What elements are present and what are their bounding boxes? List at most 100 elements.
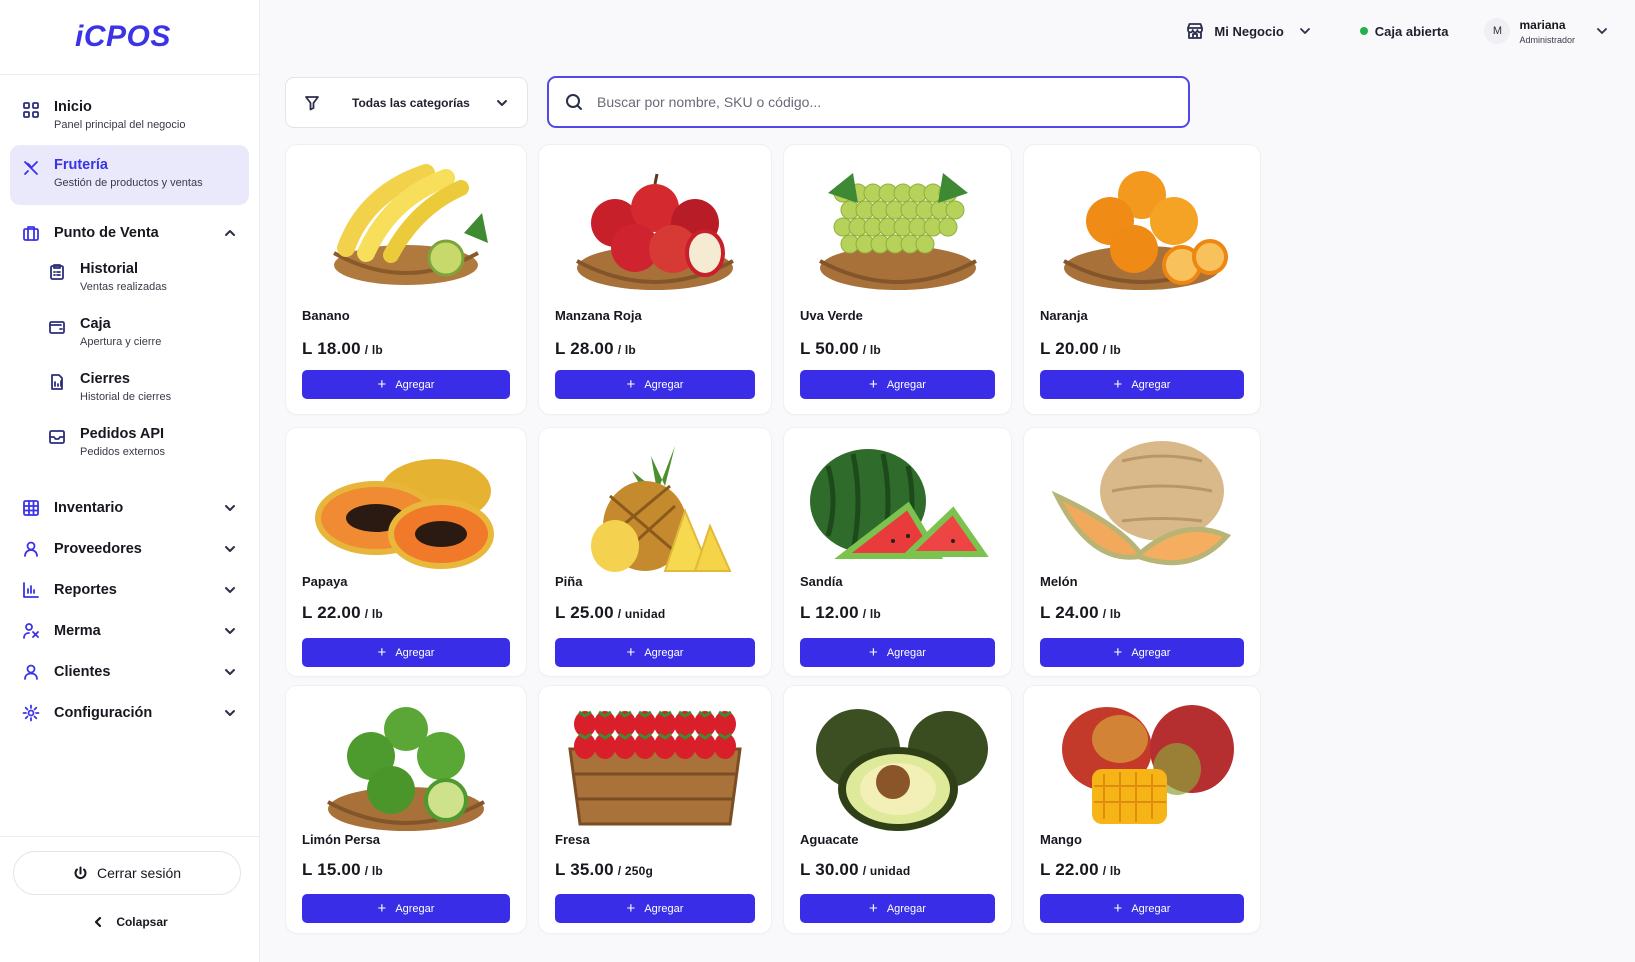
- sidebar-item-subtitle: Gestión de productos y ventas: [54, 177, 203, 189]
- product-price: L 24.00/ lb: [1040, 603, 1121, 623]
- sidebar-group-title: Punto de Venta: [54, 225, 159, 241]
- add-to-cart-button[interactable]: + Agregar: [302, 638, 510, 667]
- sidebar-group-punto-de-venta[interactable]: Punto de Venta: [10, 213, 249, 253]
- price-value: L 35.00: [555, 860, 614, 879]
- chevron-down-icon[interactable]: [223, 501, 237, 515]
- price-value: L 22.00: [1040, 860, 1099, 879]
- collapse-label: Colapsar: [116, 915, 168, 929]
- collapsed-groups: Inventario Proveedores Reportes Merma Cl: [10, 487, 249, 733]
- add-to-cart-button[interactable]: + Agregar: [800, 894, 995, 923]
- product-card[interactable]: Naranja L 20.00/ lb + Agregar: [1023, 144, 1261, 415]
- plus-icon: +: [869, 900, 878, 917]
- add-to-cart-button[interactable]: + Agregar: [555, 638, 755, 667]
- product-card[interactable]: Aguacate L 30.00/ unidad + Agregar: [783, 685, 1012, 934]
- plus-icon: +: [869, 376, 878, 393]
- product-card[interactable]: Mango L 22.00/ lb + Agregar: [1023, 685, 1261, 934]
- add-to-cart-button[interactable]: + Agregar: [1040, 370, 1244, 399]
- product-card[interactable]: Sandía L 12.00/ lb + Agregar: [783, 427, 1012, 677]
- sidebar-item-pedidos-api[interactable]: Pedidos API Pedidos externos: [36, 418, 249, 473]
- app-logo[interactable]: iCPOS: [75, 20, 171, 54]
- chevron-down-icon[interactable]: [223, 706, 237, 720]
- sidebar-group-configuracion[interactable]: Configuración: [10, 692, 249, 733]
- search-input[interactable]: [597, 94, 1172, 110]
- product-card[interactable]: Banano L 18.00/ lb + Agregar: [285, 144, 527, 415]
- search-icon: [565, 93, 583, 111]
- strawberry-crate-image: [539, 694, 771, 834]
- product-name: Aguacate: [800, 832, 859, 847]
- add-to-cart-button[interactable]: + Agregar: [1040, 638, 1244, 667]
- price-value: L 15.00: [302, 860, 361, 879]
- sidebar-item-subtitle: Pedidos externos: [80, 446, 165, 458]
- plus-icon: +: [626, 644, 636, 661]
- add-button-label: Agregar: [644, 378, 684, 391]
- business-name: Mi Negocio: [1214, 23, 1284, 39]
- category-select[interactable]: Todas las categorías: [285, 77, 528, 128]
- logo-area: iCPOS: [0, 0, 259, 75]
- add-to-cart-button[interactable]: + Agregar: [302, 894, 510, 923]
- add-button-label: Agregar: [886, 902, 926, 915]
- product-card[interactable]: Limón Persa L 15.00/ lb + Agregar: [285, 685, 527, 934]
- sidebar-group-title: Configuración: [54, 704, 153, 721]
- apple-basket-image: [539, 153, 771, 293]
- add-to-cart-button[interactable]: + Agregar: [302, 370, 510, 399]
- business-selector[interactable]: Mi Negocio: [1186, 22, 1311, 40]
- add-to-cart-button[interactable]: + Agregar: [555, 370, 755, 399]
- lime-basket-image: [286, 694, 526, 834]
- price-value: L 18.00: [302, 339, 361, 358]
- plus-icon: +: [1113, 900, 1123, 917]
- price-value: L 24.00: [1040, 603, 1099, 622]
- product-card[interactable]: Papaya L 22.00/ lb + Agregar: [285, 427, 527, 677]
- product-card[interactable]: Fresa L 35.00/ 250g + Agregar: [538, 685, 772, 934]
- sidebar-group-clientes[interactable]: Clientes: [10, 651, 249, 692]
- sidebar-item-title: Cierres: [80, 371, 130, 387]
- user-name: mariana: [1519, 17, 1566, 32]
- status-dot: [1359, 27, 1368, 35]
- chevron-down-icon[interactable]: [223, 624, 237, 638]
- product-name: Papaya: [302, 574, 348, 589]
- clipboard-icon: [48, 263, 66, 281]
- product-price: L 22.00/ lb: [1040, 860, 1121, 880]
- sidebar-group-merma[interactable]: Merma: [10, 610, 249, 651]
- sidebar-item-inicio[interactable]: Inicio Panel principal del negocio: [10, 91, 249, 139]
- product-price: L 35.00/ 250g: [555, 860, 653, 880]
- product-card[interactable]: Manzana Roja L 28.00/ lb + Agregar: [538, 144, 772, 415]
- product-price: L 18.00/ lb: [302, 339, 383, 359]
- logout-label: Cerrar sesión: [96, 865, 182, 881]
- sidebar-group-inventario[interactable]: Inventario: [10, 487, 249, 528]
- user-menu[interactable]: M mariana Administrador: [1484, 18, 1609, 45]
- product-name: Naranja: [1040, 308, 1088, 323]
- sidebar-item-title: Historial: [80, 261, 139, 277]
- sidebar-item-subtitle: Panel principal del negocio: [54, 119, 186, 131]
- power-icon: [73, 866, 88, 881]
- sidebar-item-fruteria[interactable]: Frutería Gestión de productos y ventas: [10, 145, 249, 205]
- grid-icon: [22, 101, 40, 119]
- add-to-cart-button[interactable]: + Agregar: [800, 638, 995, 667]
- product-card[interactable]: Uva Verde L 50.00/ lb + Agregar: [783, 144, 1012, 415]
- chevron-down-icon[interactable]: [223, 542, 237, 556]
- chevron-down-icon[interactable]: [223, 665, 237, 679]
- product-price: L 22.00/ lb: [302, 603, 383, 623]
- sidebar-nav: Inicio Panel principal del negocio Frute…: [0, 75, 259, 733]
- product-card[interactable]: Melón L 24.00/ lb + Agregar: [1023, 427, 1261, 677]
- chevron-down-icon[interactable]: [223, 583, 237, 597]
- add-to-cart-button[interactable]: + Agregar: [1040, 894, 1244, 923]
- pineapple-image: [539, 436, 771, 576]
- add-to-cart-button[interactable]: + Agregar: [800, 370, 995, 399]
- filter-icon: [304, 95, 320, 111]
- product-name: Fresa: [555, 832, 590, 847]
- sidebar-item-cierres[interactable]: Cierres Historial de cierres: [36, 363, 249, 418]
- logout-button[interactable]: Cerrar sesión: [13, 851, 241, 895]
- collapse-button[interactable]: Colapsar: [0, 915, 260, 929]
- chevron-up-icon[interactable]: [223, 226, 237, 240]
- price-unit: / unidad: [617, 607, 666, 621]
- product-price: L 28.00/ lb: [555, 339, 636, 359]
- melon-image: [1024, 436, 1260, 576]
- product-card[interactable]: Piña L 25.00/ unidad + Agregar: [538, 427, 772, 677]
- add-to-cart-button[interactable]: + Agregar: [555, 894, 755, 923]
- price-unit: / lb: [364, 864, 383, 878]
- banana-basket-image: [286, 153, 526, 293]
- sidebar-item-caja[interactable]: Caja Apertura y cierre: [36, 308, 249, 363]
- sidebar-group-proveedores[interactable]: Proveedores: [10, 528, 249, 569]
- sidebar-item-historial[interactable]: Historial Ventas realizadas: [36, 253, 249, 308]
- sidebar-group-reportes[interactable]: Reportes: [10, 569, 249, 610]
